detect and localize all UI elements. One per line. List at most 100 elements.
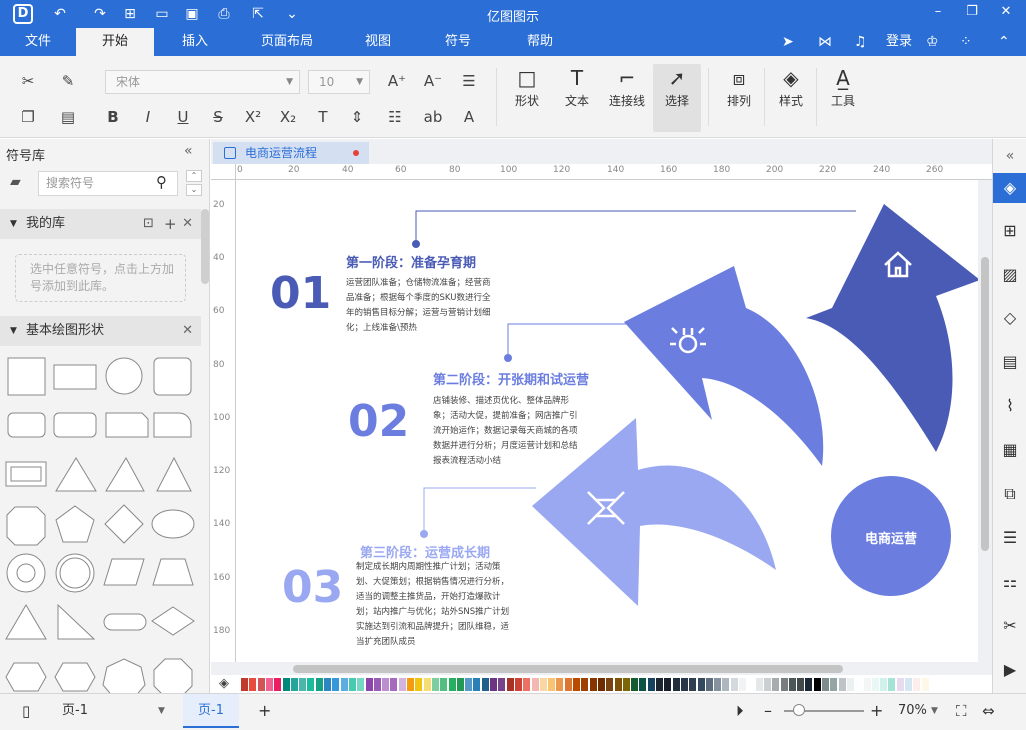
color-swatch[interactable] — [315, 678, 323, 691]
close-icon[interactable]: ✕ — [182, 316, 193, 346]
hexagon-2-shape[interactable] — [54, 662, 96, 692]
play-icon[interactable]: ⏵ — [736, 694, 744, 728]
diamond-shape[interactable] — [104, 504, 144, 544]
close-icon[interactable]: ✕ — [996, 4, 1016, 19]
chart-icon[interactable]: ⌇ — [993, 391, 1026, 421]
rounded-rect-shape[interactable] — [7, 412, 46, 438]
table-icon[interactable]: ▦ — [993, 435, 1026, 465]
library-dropzone[interactable]: 选中任意符号，点击上方加号添加到此库。 — [15, 254, 186, 302]
page-select[interactable]: 页-1 — [62, 694, 88, 728]
menu-file[interactable]: 文件 — [10, 28, 66, 56]
color-swatch[interactable] — [921, 678, 929, 691]
connector-dot-3[interactable] — [420, 530, 428, 538]
color-swatch[interactable] — [631, 678, 639, 691]
grid-icon[interactable]: ⊞ — [993, 216, 1026, 246]
triangle-2-shape[interactable] — [156, 456, 192, 492]
color-swatch[interactable] — [448, 678, 456, 691]
color-swatch[interactable] — [606, 678, 614, 691]
rectangle-shape[interactable] — [53, 364, 97, 390]
font-size-select[interactable]: 10 ▼ — [308, 70, 370, 94]
color-swatch[interactable] — [880, 678, 888, 691]
color-swatch[interactable] — [373, 678, 381, 691]
color-swatch[interactable] — [689, 678, 697, 691]
basic-shapes-section[interactable]: ▼ 基本绘图形状 ✕ — [0, 316, 201, 346]
color-swatch[interactable] — [730, 678, 738, 691]
color-swatch[interactable] — [556, 678, 564, 691]
expand-panel-icon[interactable]: « — [993, 141, 1026, 171]
cut-rect-shape[interactable] — [105, 412, 149, 438]
connector-line-3[interactable] — [423, 487, 536, 534]
color-swatch[interactable] — [639, 678, 647, 691]
zoom-level[interactable]: 70% — [898, 694, 927, 728]
color-swatch[interactable] — [564, 678, 572, 691]
add-icon[interactable]: + — [164, 209, 177, 239]
scissors-icon[interactable]: ✂ — [993, 611, 1026, 641]
color-swatch[interactable] — [622, 678, 630, 691]
fit-width-icon[interactable]: ⇔ — [982, 694, 995, 728]
octagon-shape[interactable] — [6, 506, 46, 546]
send-icon[interactable]: ➤ — [782, 32, 794, 52]
color-swatch[interactable] — [548, 678, 556, 691]
color-swatch[interactable] — [573, 678, 580, 691]
color-swatch[interactable] — [390, 678, 398, 691]
list-icon[interactable]: ☰ — [993, 523, 1026, 553]
color-swatch[interactable] — [324, 678, 331, 691]
page-tab[interactable]: 页-1 — [183, 694, 239, 728]
zoom-in-icon[interactable]: + — [870, 694, 883, 728]
bullet-list-icon[interactable]: ☷ — [384, 106, 406, 128]
chevron-down-icon[interactable]: ▼ — [931, 694, 938, 728]
color-swatch[interactable] — [241, 678, 248, 691]
parallelogram-shape[interactable] — [103, 558, 145, 586]
color-swatch[interactable] — [290, 678, 298, 691]
font-family-select[interactable]: 宋体 ▼ — [105, 70, 300, 94]
horizontal-scrollbar[interactable] — [293, 665, 843, 673]
color-swatch[interactable] — [506, 678, 514, 691]
color-swatch[interactable] — [830, 678, 838, 691]
bold-icon[interactable]: B — [102, 106, 124, 128]
color-swatch[interactable] — [614, 678, 622, 691]
color-swatch[interactable] — [846, 678, 854, 691]
rounded-rect-2-shape[interactable] — [53, 412, 97, 438]
heptagon-shape[interactable] — [102, 658, 146, 693]
color-swatch[interactable] — [788, 678, 796, 691]
collapse-ribbon-icon[interactable]: ⌃ — [998, 32, 1010, 52]
apps-icon[interactable]: ⁘ — [960, 32, 972, 52]
image-icon[interactable]: ▨ — [993, 260, 1026, 290]
color-swatch[interactable] — [274, 678, 282, 691]
shape-button[interactable]: □ 形状 — [503, 64, 551, 132]
text-case-icon[interactable]: ab — [422, 106, 444, 128]
color-swatch[interactable] — [365, 678, 373, 691]
color-swatch[interactable] — [581, 678, 589, 691]
style-button[interactable]: ◈ 样式 — [767, 64, 815, 132]
bell-icon[interactable]: ♫ — [854, 32, 867, 52]
color-swatch[interactable] — [905, 678, 912, 691]
right-angle-triangle-shape[interactable] — [57, 603, 96, 640]
color-swatch[interactable] — [498, 678, 506, 691]
strikethrough-icon[interactable]: S — [207, 106, 229, 128]
menu-insert[interactable]: 插入 — [160, 28, 230, 56]
color-swatch[interactable] — [772, 678, 780, 691]
color-swatch[interactable] — [249, 678, 257, 691]
line-spacing-icon[interactable]: ⇕ — [346, 106, 368, 128]
color-swatch[interactable] — [257, 678, 265, 691]
panel-scrollbar[interactable] — [201, 209, 209, 284]
menu-page-layout[interactable]: 页面布局 — [250, 28, 324, 56]
text-format-icon[interactable]: T — [312, 106, 334, 128]
hierarchy-icon[interactable]: ⚏ — [993, 567, 1026, 597]
color-swatch[interactable] — [672, 678, 680, 691]
format-painter-icon[interactable]: ✎ — [57, 70, 79, 92]
italic-icon[interactable]: I — [137, 106, 159, 128]
color-swatch[interactable] — [664, 678, 672, 691]
search-icon[interactable]: ⚲ — [156, 173, 167, 191]
color-swatch[interactable] — [307, 678, 315, 691]
increase-font-icon[interactable]: A⁺ — [386, 70, 408, 92]
connector-button[interactable]: ⌐ 连接线 — [603, 64, 651, 132]
paste-icon[interactable]: ▤ — [57, 106, 79, 128]
color-swatch[interactable] — [780, 678, 788, 691]
copy-icon[interactable]: ❐ — [17, 106, 39, 128]
align-icon[interactable]: ☰ — [458, 70, 480, 92]
color-swatch[interactable] — [407, 678, 414, 691]
color-swatch[interactable] — [431, 678, 439, 691]
color-swatch[interactable] — [763, 678, 771, 691]
rounded-square-shape[interactable] — [153, 357, 192, 396]
